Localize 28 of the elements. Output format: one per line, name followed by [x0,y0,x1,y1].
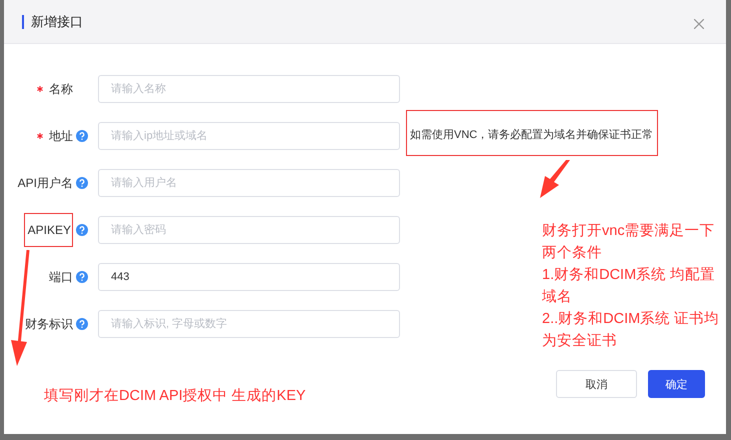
help-icon[interactable] [76,318,88,330]
help-icon[interactable] [76,224,88,236]
field-label: APIKEY [24,213,73,247]
close-icon[interactable] [694,19,704,29]
help-icon[interactable] [76,271,88,283]
input-field[interactable]: 请输入密码 [98,216,400,244]
title-accent-bar [22,14,24,28]
annotation-text: 2..财务和DCIM系统 证书均为安全证书 [542,310,720,351]
field-label: API用户名 [18,174,73,192]
dialog-title: 新增接口 [31,12,83,30]
input-field[interactable]: 443 [98,263,400,291]
help-icon[interactable] [76,130,88,142]
input-field[interactable]: 请输入名称 [98,75,400,103]
input-field[interactable]: 请输入标识, 字母或数字 [98,310,400,338]
field-label: 名称 [49,80,73,98]
annotation-text: 1.财务和DCIM系统 均配置域名 [542,266,716,307]
field-label: 端口 [49,268,73,286]
annotation-text: 财务打开vnc需要满足一下两个条件 [542,222,716,263]
cancel-button[interactable]: 取消 [556,370,637,398]
hint-text: 如需使用VNC，请务必配置为域名并确保证书正常 [410,128,654,142]
input-field[interactable]: 请输入用户名 [98,169,400,197]
input-field[interactable]: 请输入ip地址或域名 [98,122,400,150]
annotation-text: 填写刚才在DCIM API授权中 生成的KEY [44,387,306,405]
confirm-button[interactable]: 确定 [648,370,705,398]
field-label: 财务标识 [25,316,73,332]
help-icon[interactable] [76,177,88,189]
field-label: 地址 [49,128,73,144]
arrow-icon [540,160,572,198]
